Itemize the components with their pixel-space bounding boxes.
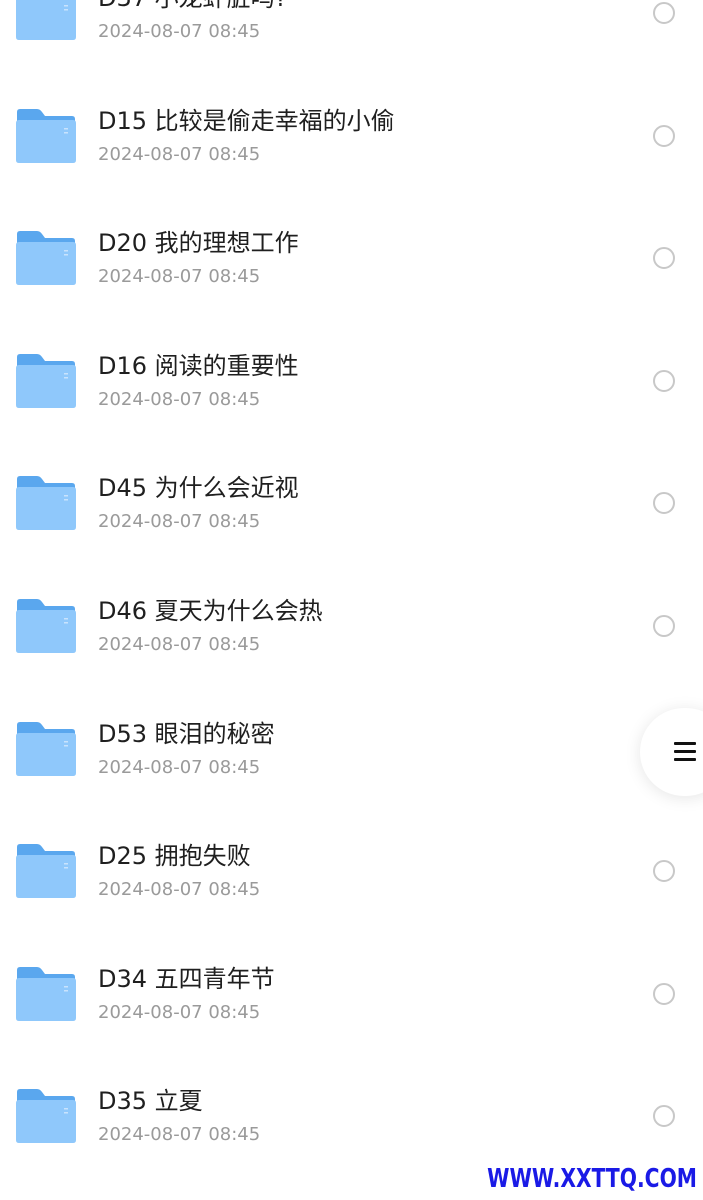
file-name: D46 夏天为什么会热 xyxy=(98,597,323,625)
file-row[interactable]: D16 阅读的重要性 2024-08-07 08:45 xyxy=(0,257,703,410)
file-name: D35 立夏 xyxy=(98,1087,203,1116)
file-name: D20 我的理想工作 xyxy=(98,229,299,258)
watermark: WWW.XXTTQ.COM xyxy=(487,1164,697,1194)
file-name: D45 为什么会近视 xyxy=(98,474,299,503)
file-name: D34 五四青年节 xyxy=(98,964,275,993)
file-row[interactable]: D34 五四青年节 2024-08-07 08:45 xyxy=(0,870,703,1023)
file-browser: D37 小龙虾脏吗?2024-08-07 08:45D15 比较是偷走幸福的小偷… xyxy=(0,0,703,1200)
file-row[interactable]: D53 眼泪的秘密 2024-08-07 08:45 xyxy=(0,625,703,778)
file-row[interactable]: D15 比较是偷走幸福的小偷 2024-08-07 08:45 xyxy=(0,12,703,165)
folder-icon xyxy=(15,1088,77,1144)
file-date: 2024-08-07 08:45 xyxy=(98,1124,261,1146)
file-row[interactable]: D35 立夏 2024-08-07 08:45 xyxy=(0,992,703,1145)
file-row[interactable]: D37 小龙虾脏吗?2024-08-07 08:45 xyxy=(0,0,703,42)
file-row[interactable]: D45 为什么会近视 2024-08-07 08:45 xyxy=(0,379,703,532)
select-radio[interactable] xyxy=(653,1105,675,1128)
menu-icon xyxy=(674,742,696,762)
file-name: D53 眼泪的秘密 xyxy=(98,719,275,748)
file-name: D25 拥抱失败 xyxy=(98,842,251,871)
file-row[interactable]: D20 我的理想工作 2024-08-07 08:45 xyxy=(0,134,703,287)
file-name: D15 比较是偷走幸福的小偷 xyxy=(98,106,395,135)
file-row[interactable]: D46 夏天为什么会热 2024-08-07 08:45 xyxy=(0,502,703,655)
file-name: D16 阅读的重要性 xyxy=(98,351,299,380)
file-row[interactable]: D25 拥抱失败 2024-08-07 08:45 xyxy=(0,747,703,900)
